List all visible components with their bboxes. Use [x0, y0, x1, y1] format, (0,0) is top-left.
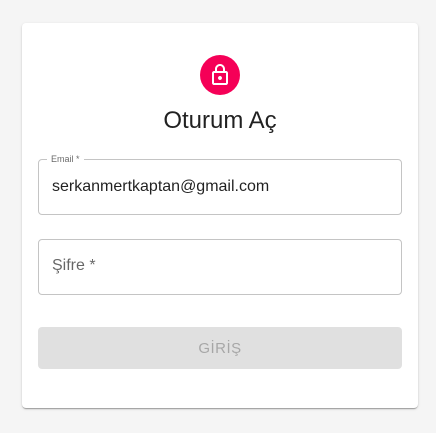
password-field[interactable]: Şifre *: [38, 239, 402, 295]
page-title: Oturum Aç: [163, 107, 277, 134]
avatar: [200, 55, 240, 95]
login-card: Oturum Aç Email * Şifre * GİRİŞ: [22, 23, 418, 408]
email-field[interactable]: Email *: [38, 154, 402, 215]
login-button[interactable]: GİRİŞ: [38, 327, 402, 369]
email-input[interactable]: [38, 159, 402, 215]
lock-icon: [212, 64, 228, 85]
password-input[interactable]: [38, 239, 402, 295]
